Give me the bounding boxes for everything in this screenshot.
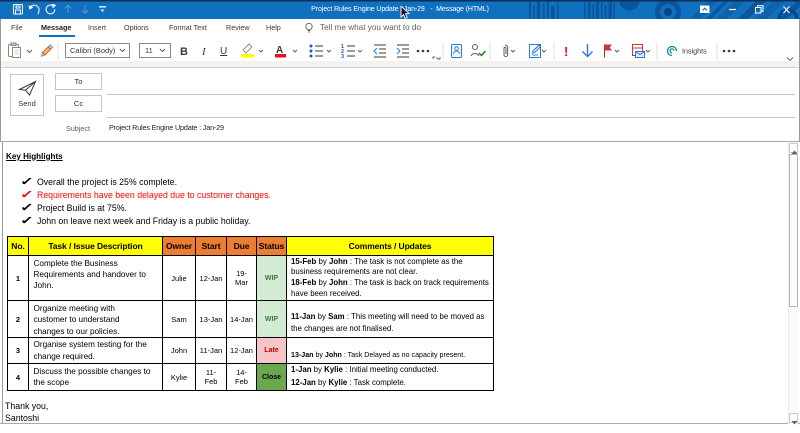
svg-text:B: B <box>180 46 188 58</box>
svg-text:I: I <box>201 46 207 58</box>
svg-text:U: U <box>220 46 227 57</box>
svg-text:3: 3 <box>341 54 344 60</box>
svg-text:11: 11 <box>145 46 153 55</box>
svg-text:!: ! <box>564 44 568 59</box>
svg-text:Insights: Insights <box>682 47 707 56</box>
svg-text:Calibri (Body): Calibri (Body) <box>70 46 116 55</box>
